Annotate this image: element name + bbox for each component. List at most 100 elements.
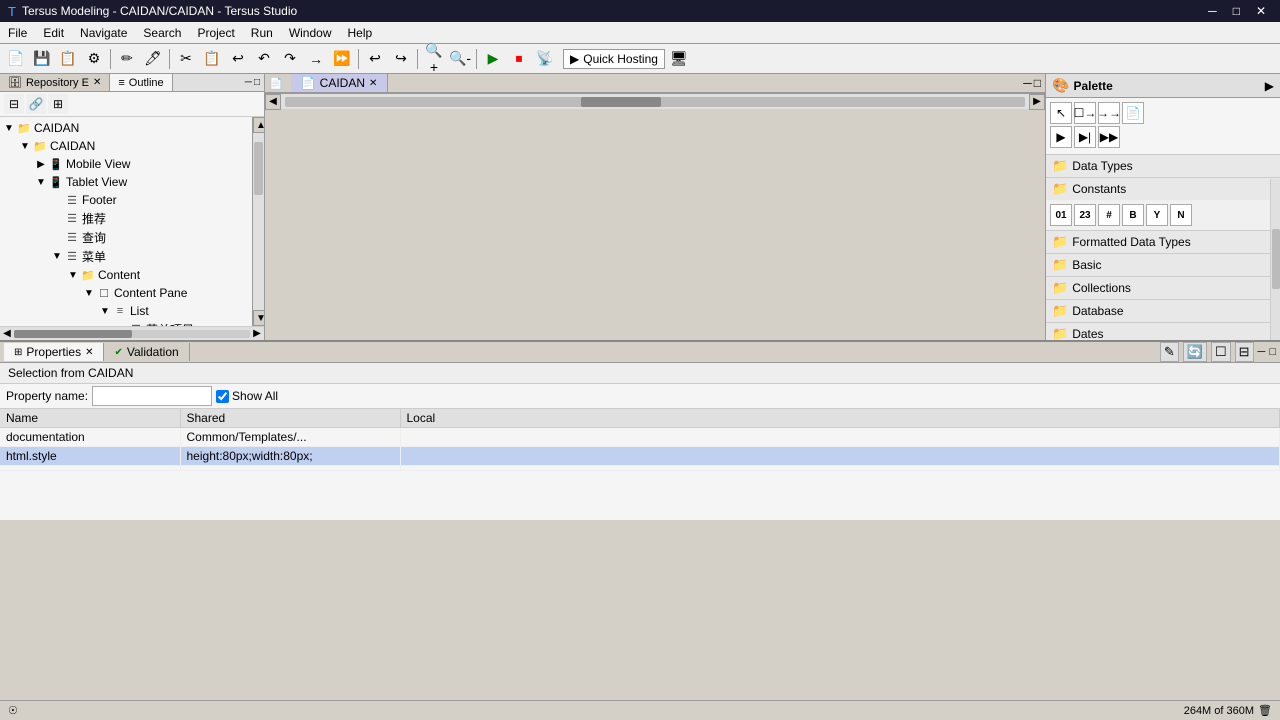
tree-scroll-right[interactable]: ▶ — [250, 328, 264, 339]
expand-tablet-view[interactable]: ▼ — [34, 175, 48, 189]
repo-filter-btn[interactable]: ⊞ — [48, 94, 68, 114]
menu-file[interactable]: File — [0, 24, 35, 42]
palette-section-header-collections[interactable]: 📁 Collections — [1046, 277, 1280, 299]
palette-expand-btn[interactable]: ▶ — [1265, 79, 1274, 93]
toolbar-dock-btn[interactable]: 🖥 — [667, 47, 691, 71]
toolbar-zoom-out-btn[interactable]: 🔍- — [448, 47, 472, 71]
tree-item-caidan[interactable]: ▼ 📁 CAIDAN — [2, 137, 250, 155]
toolbar-btn11[interactable]: → — [304, 47, 328, 71]
const-icon-23[interactable]: 23 — [1074, 204, 1096, 226]
show-all-checkbox[interactable] — [216, 390, 229, 403]
editor-tab-close[interactable]: ✕ — [369, 78, 377, 89]
palette-section-header-database[interactable]: 📁 Database — [1046, 300, 1280, 322]
scroll-down-btn[interactable]: ▼ — [253, 310, 264, 326]
menu-run[interactable]: Run — [243, 24, 281, 42]
minimize-btn[interactable]: ─ — [1202, 4, 1223, 18]
expand-caidan2[interactable]: ▼ — [50, 250, 64, 264]
scroll-up-btn[interactable]: ▲ — [253, 117, 264, 133]
toolbar-stop-btn[interactable]: ⏹ — [507, 47, 531, 71]
const-icon-bool[interactable]: B — [1122, 204, 1144, 226]
editor-tab-caidan[interactable]: 📄 CAIDAN ✕ — [291, 74, 389, 92]
expand-mobile-view[interactable]: ▶ — [34, 157, 48, 171]
maximize-btn[interactable]: □ — [1227, 4, 1246, 18]
expand-caidan[interactable]: ▼ — [18, 139, 32, 153]
tree-scroll-left[interactable]: ◀ — [0, 328, 14, 339]
tree-item-tablet-view[interactable]: ▼ 📱 Tablet View — [2, 173, 250, 191]
expand-content[interactable]: ▼ — [66, 268, 80, 282]
hscroll-track[interactable] — [285, 97, 1025, 107]
bottom-toolbar-btn3[interactable]: ☐ — [1211, 342, 1231, 362]
const-icon-hash[interactable]: # — [1098, 204, 1120, 226]
repo-tab-outline[interactable]: ≡ Outline — [110, 74, 172, 91]
repo-tab-close[interactable]: ✕ — [93, 77, 101, 88]
prop-name-input[interactable] — [92, 386, 212, 406]
tree-item-footer[interactable]: ▶ ☰ Footer — [2, 191, 250, 209]
bottom-toolbar-btn1[interactable]: ✎ — [1160, 342, 1179, 362]
menu-navigate[interactable]: Navigate — [72, 24, 135, 42]
repo-link-btn[interactable]: 🔗 — [26, 94, 46, 114]
bottom-tab-validation[interactable]: ✔ Validation — [104, 343, 189, 361]
bottom-tab-properties[interactable]: ⊞ Properties ✕ — [4, 343, 104, 361]
palette-scrollbar[interactable] — [1270, 179, 1280, 340]
toolbar-redo-btn[interactable]: ↷ — [278, 47, 302, 71]
expand-content-pane[interactable]: ▼ — [82, 286, 96, 300]
editor-max-btn[interactable]: □ — [1034, 76, 1041, 90]
palette-play-btn[interactable]: ▶ — [1050, 126, 1072, 148]
tree-item-caidan-root[interactable]: ▼ 📁 CAIDAN — [2, 119, 250, 137]
palette-section-header-data-types[interactable]: 📁 Data Types — [1046, 155, 1280, 177]
toolbar-zoom-in-btn[interactable]: 🔍+ — [422, 47, 446, 71]
expand-caidan-root[interactable]: ▼ — [2, 121, 16, 135]
bottom-toolbar-btn4[interactable]: ⊟ — [1235, 342, 1254, 362]
prop-row-documentation[interactable]: documentation Common/Templates/... — [0, 428, 1280, 447]
tree-item-list[interactable]: ▼ ≡ List — [2, 302, 250, 320]
palette-select-tool[interactable]: ↖ — [1050, 102, 1072, 124]
tree-item-tuijian[interactable]: ▶ ☰ 推荐 — [2, 209, 250, 228]
canvas-hscroll-left[interactable]: ◀ — [265, 94, 281, 110]
tree-scrollbar[interactable]: ▲ ▼ — [252, 117, 264, 326]
toolbar-btn6[interactable]: 🖊 — [141, 47, 165, 71]
tree-item-content-pane[interactable]: ▼ ☐ Content Pane — [2, 284, 250, 302]
menu-help[interactable]: Help — [340, 24, 381, 42]
menu-project[interactable]: Project — [189, 24, 242, 42]
close-btn[interactable]: ✕ — [1250, 4, 1272, 18]
prop-row-html-style[interactable]: html.style height:80px;width:80px; — [0, 447, 1280, 466]
toolbar-btn13[interactable]: ↩ — [363, 47, 387, 71]
menu-edit[interactable]: Edit — [35, 24, 72, 42]
palette-section-header-constants[interactable]: 📁 Constants — [1046, 178, 1280, 200]
palette-box-tool[interactable]: ☐→ — [1074, 102, 1096, 124]
toolbar-btn14[interactable]: ↪ — [389, 47, 413, 71]
toolbar-btn3[interactable]: 📋 — [56, 47, 80, 71]
toolbar-btn4[interactable]: ⚙ — [82, 47, 106, 71]
toolbar-undo-btn[interactable]: ↶ — [252, 47, 276, 71]
tree-item-content[interactable]: ▼ 📁 Content — [2, 266, 250, 284]
panel-min-btn[interactable]: ─ — [245, 77, 252, 88]
toolbar-btn5[interactable]: ✏ — [115, 47, 139, 71]
garbage-icon[interactable]: 🗑 — [1258, 704, 1272, 717]
palette-file-tool[interactable]: 📄 — [1122, 102, 1144, 124]
toolbar-cut-btn[interactable]: ✂ — [174, 47, 198, 71]
tree-item-chaxun[interactable]: ▶ ☰ 查询 — [2, 228, 250, 247]
palette-section-header-basic[interactable]: 📁 Basic — [1046, 254, 1280, 276]
bottom-toolbar-btn2[interactable]: 🔄 — [1183, 342, 1207, 362]
properties-tab-close[interactable]: ✕ — [85, 347, 93, 358]
toolbar-btn17[interactable]: 📡 — [533, 47, 557, 71]
show-all-checkbox-label[interactable]: Show All — [216, 389, 278, 403]
canvas-hscroll-right[interactable]: ▶ — [1029, 94, 1045, 110]
toolbar-btn8[interactable]: ↩ — [226, 47, 250, 71]
bottom-max-btn[interactable]: □ — [1269, 346, 1276, 358]
repo-tab-repository[interactable]: 🗄 Repository E ✕ — [0, 74, 110, 91]
palette-play3-btn[interactable]: ▶▶ — [1098, 126, 1120, 148]
palette-play2-btn[interactable]: ▶| — [1074, 126, 1096, 148]
quick-hosting-btn[interactable]: ▶ Quick Hosting — [563, 49, 665, 69]
palette-section-header-formatted[interactable]: 📁 Formatted Data Types — [1046, 231, 1280, 253]
panel-max-btn[interactable]: □ — [254, 77, 260, 88]
hscroll-thumb[interactable] — [581, 97, 661, 107]
toolbar-copy-btn[interactable]: 📋 — [200, 47, 224, 71]
const-icon-n[interactable]: N — [1170, 204, 1192, 226]
const-icon-01[interactable]: 01 — [1050, 204, 1072, 226]
palette-section-header-dates[interactable]: 📁 Dates — [1046, 323, 1280, 340]
palette-arrow-tool[interactable]: →→ — [1098, 102, 1120, 124]
toolbar-new-btn[interactable]: 📄 — [4, 47, 28, 71]
editor-min-btn[interactable]: ─ — [1023, 76, 1032, 90]
menu-search[interactable]: Search — [135, 24, 189, 42]
